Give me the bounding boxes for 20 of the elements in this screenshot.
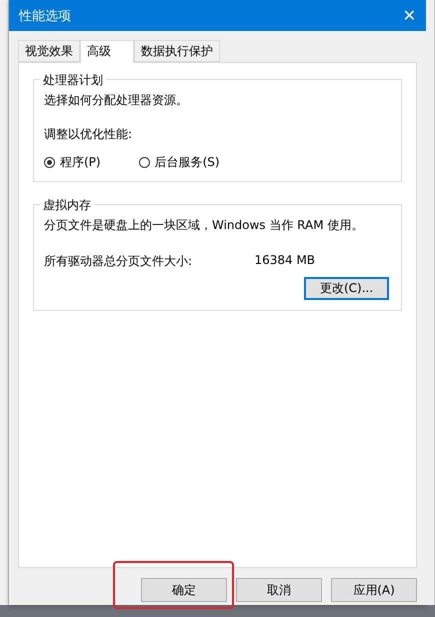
close-button[interactable]: ✕ — [402, 6, 416, 25]
dialog-button[interactable]: 确定 — [141, 578, 228, 602]
radio-option[interactable]: 程序(P) — [44, 154, 101, 171]
group-title: 处理器计划 — [40, 72, 106, 89]
change-button[interactable]: 更改(C)... — [304, 277, 390, 300]
dialog-button[interactable]: 取消 — [236, 578, 322, 602]
size-label: 所有驱动器总分页文件大小: — [44, 253, 192, 269]
radio-icon[interactable] — [138, 157, 150, 168]
description-text: 选择如何分配处理器资源。 — [44, 92, 189, 108]
description-text: 分页文件是硬盘上的一块区域，Windows 当作 RAM 使用。 — [44, 217, 364, 233]
group-title: 虚拟内存 — [40, 197, 94, 214]
size-value: 16384 MB — [254, 253, 316, 269]
radio-icon[interactable] — [44, 157, 55, 168]
tab[interactable]: 视觉效果 — [18, 40, 80, 62]
radio-option[interactable]: 后台服务(S) — [138, 154, 220, 171]
tab[interactable]: 数据执行保护 — [134, 40, 220, 62]
tab[interactable]: 高级 — [80, 40, 134, 63]
prompt-text: 调整以优化性能: — [44, 126, 134, 142]
dialog-button[interactable]: 应用(A) — [331, 578, 418, 602]
window-title: 性能选项 — [18, 8, 71, 24]
